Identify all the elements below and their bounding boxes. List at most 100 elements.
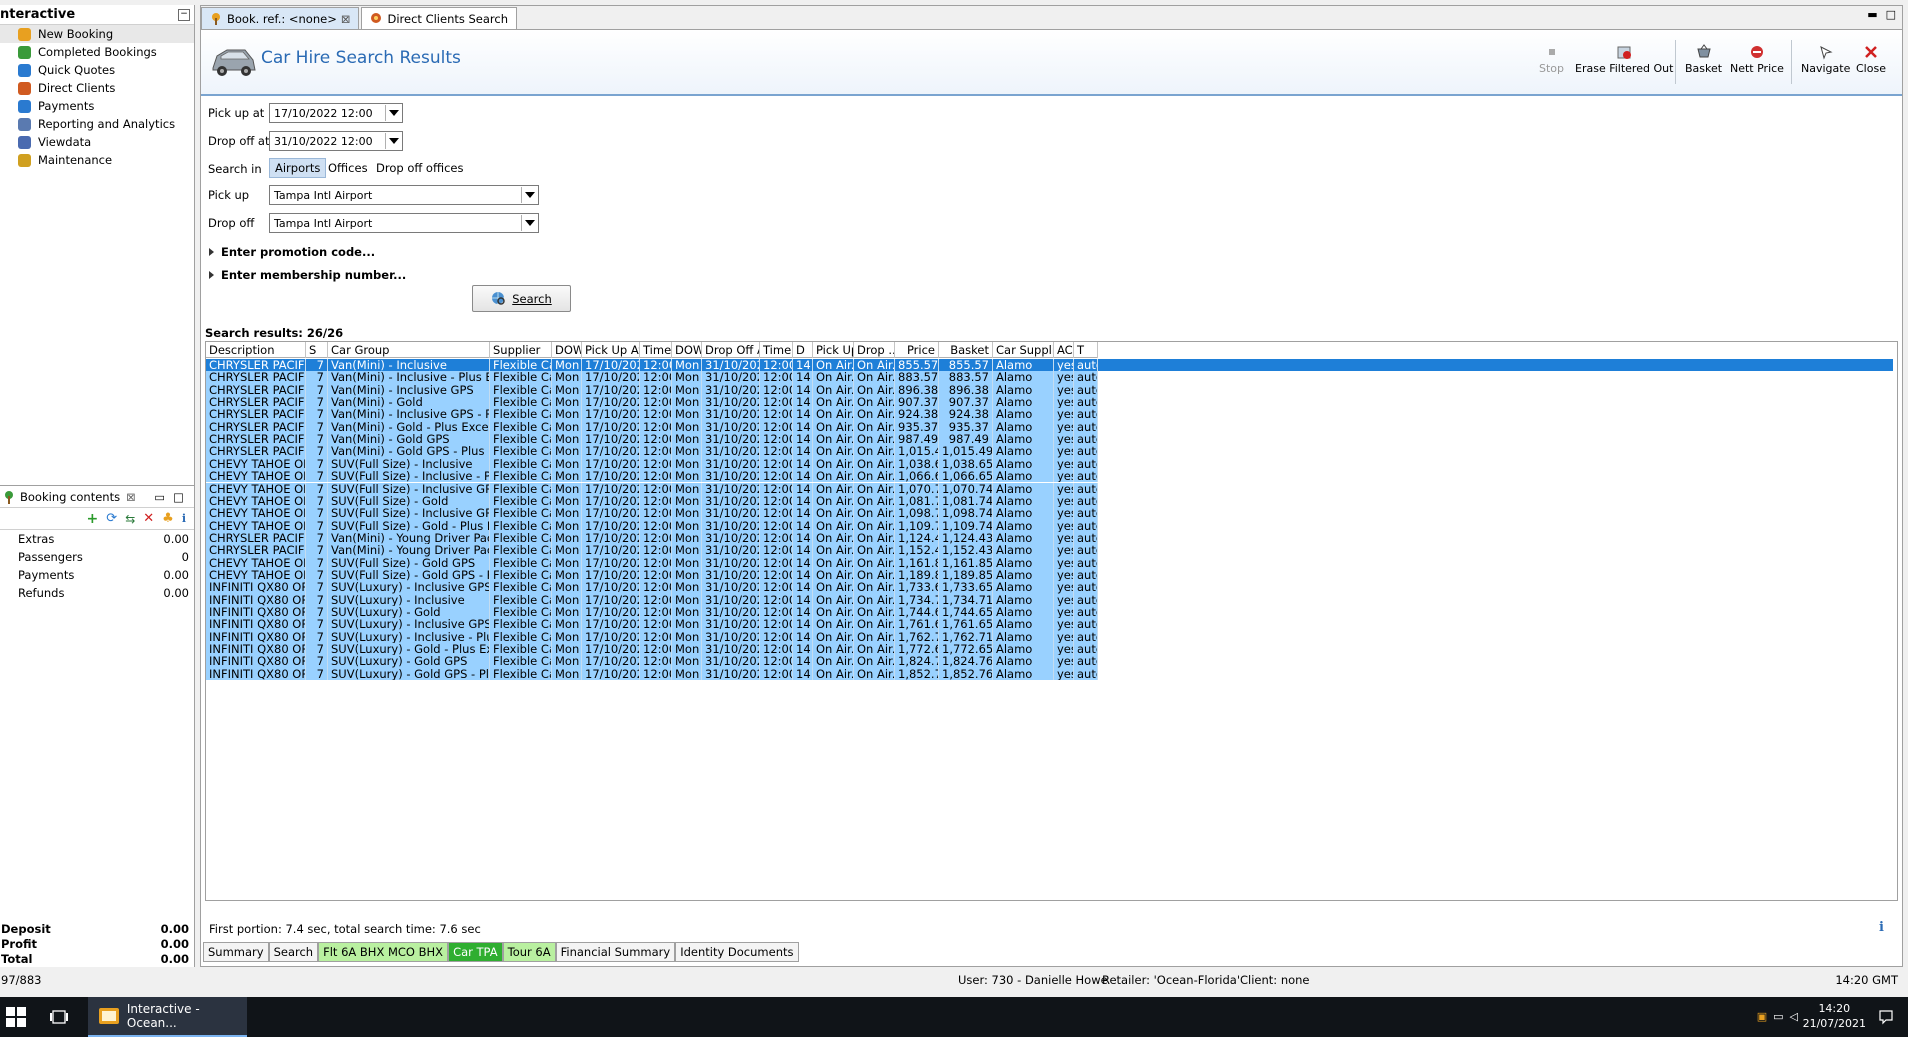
search-button[interactable]: Search xyxy=(472,285,571,312)
minimize-icon[interactable]: − xyxy=(178,8,190,21)
table-row[interactable]: CHEVY TAHOE OR ...7SUV(Full Size) - Gold… xyxy=(206,556,1098,569)
search-in-airports[interactable]: Airports xyxy=(269,158,327,178)
taskbar-app-interactive[interactable]: Interactive - Ocean... xyxy=(88,997,247,1037)
nett-price-button[interactable]: Nett Price xyxy=(1730,44,1784,75)
table-row[interactable]: CHEVY TAHOE OR ...7SUV(Full Size) - Incl… xyxy=(206,482,1098,495)
table-row[interactable]: CHEVY TAHOE OR ...7SUV(Full Size) - Incl… xyxy=(206,457,1098,471)
promotion-code-expander[interactable]: Enter promotion code... xyxy=(209,245,375,259)
nav-item[interactable]: Maintenance xyxy=(0,151,194,169)
column-header[interactable]: Basket xyxy=(939,342,993,358)
bottom-tab[interactable]: Tour 6A xyxy=(502,943,556,962)
column-header[interactable]: DOW xyxy=(672,342,702,358)
membership-number-expander[interactable]: Enter membership number... xyxy=(209,268,406,282)
transfer-icon[interactable]: ⇆ xyxy=(125,512,135,526)
table-row[interactable]: INFINITI QX80 OR SI...7SUV(Luxury) - Gol… xyxy=(206,667,1098,681)
minimize-icon[interactable]: ▭ xyxy=(154,490,165,504)
tab-booking-ref[interactable]: Book. ref.: <none> ⊠ xyxy=(201,7,360,29)
close-icon[interactable]: ⊠ xyxy=(341,12,351,26)
close-button[interactable]: Close xyxy=(1856,44,1886,75)
table-row[interactable]: CHRYSLER PACIFIC...7Van(Mini) - Inclusiv… xyxy=(206,383,1098,397)
column-header[interactable]: Pick Up xyxy=(813,342,854,358)
info-icon[interactable]: i xyxy=(182,512,186,525)
search-in-dropoff-offices[interactable]: Drop off offices xyxy=(371,158,468,178)
dropoff-location-select[interactable]: Tampa Intl Airport xyxy=(269,213,539,233)
stop-button[interactable]: Stop xyxy=(1539,44,1564,75)
minimize-icon[interactable]: ▬ xyxy=(1867,8,1877,21)
column-header[interactable]: Price xyxy=(895,342,939,358)
table-row[interactable]: INFINITI QX80 OR SI...7SUV(Luxury) - Gol… xyxy=(206,655,1098,668)
column-header[interactable]: Time xyxy=(760,342,793,358)
close-icon[interactable]: ⊠ xyxy=(126,490,136,504)
booking-contents-row[interactable]: Passengers 0 xyxy=(0,548,194,566)
volume-icon[interactable]: ◁ xyxy=(1790,1010,1798,1023)
taskbar-clock[interactable]: 14:20 21/07/2021 xyxy=(1803,1001,1866,1031)
bottom-tab[interactable]: Car TPA xyxy=(448,943,503,962)
table-row[interactable]: INFINITI QX80 OR SI...7SUV(Luxury) - Inc… xyxy=(206,618,1098,631)
chevron-down-icon[interactable] xyxy=(385,105,401,121)
column-header[interactable]: Pick Up At xyxy=(582,342,640,358)
network-icon[interactable]: ▭ xyxy=(1773,1010,1783,1023)
tray-app-icon[interactable]: ▣ xyxy=(1757,1010,1767,1023)
table-row[interactable]: CHRYSLER PACIFIC...7Van(Mini) - Inclusiv… xyxy=(206,359,1893,372)
table-row[interactable]: INFINITI QX80 OR SI...7SUV(Luxury) - Gol… xyxy=(206,643,1098,656)
nav-item[interactable]: Viewdata xyxy=(0,133,194,151)
dropoff-at-field[interactable]: 31/10/2022 12:00 xyxy=(269,131,403,151)
windows-start-icon[interactable] xyxy=(6,1007,26,1027)
notifications-icon[interactable] xyxy=(1878,1009,1894,1025)
column-header[interactable]: Time xyxy=(640,342,672,358)
column-header[interactable]: T xyxy=(1074,342,1098,358)
table-row[interactable]: CHRYSLER PACIFIC...7Van(Mini) - Inclusiv… xyxy=(206,408,1098,421)
column-header[interactable]: Car Group xyxy=(328,342,490,358)
palm-tree-icon[interactable]: ♣ xyxy=(162,511,174,526)
nav-item[interactable]: Direct Clients xyxy=(0,79,194,97)
column-header[interactable]: Description xyxy=(206,342,306,358)
chevron-down-icon[interactable] xyxy=(385,133,401,149)
nav-item[interactable]: New Booking xyxy=(0,25,194,43)
table-row[interactable]: CHRYSLER PACIFIC...7Van(Mini) - Gold - P… xyxy=(206,420,1098,434)
bottom-tab[interactable]: Search xyxy=(268,943,319,962)
table-row[interactable]: CHEVY TAHOE OR ...7SUV(Full Size) - Incl… xyxy=(206,470,1098,483)
table-row[interactable]: CHRYSLER PACIFIC...7Van(Mini) - Young Dr… xyxy=(206,531,1098,545)
column-header[interactable]: Drop ... xyxy=(854,342,895,358)
table-row[interactable]: CHEVY TAHOE OR ...7SUV(Full Size) - Incl… xyxy=(206,507,1098,520)
nav-item[interactable]: Quick Quotes xyxy=(0,61,194,79)
table-row[interactable]: INFINITI QX80 OR SI...7SUV(Luxury) - Inc… xyxy=(206,581,1098,594)
erase-filtered-out-button[interactable]: Erase Filtered Out xyxy=(1575,44,1673,75)
table-row[interactable]: CHRYSLER PACIFIC...7Van(Mini) - Inclusiv… xyxy=(206,371,1098,384)
maximize-icon[interactable]: □ xyxy=(1886,8,1896,21)
bottom-tab[interactable]: Financial Summary xyxy=(555,943,676,962)
table-row[interactable]: CHEVY TAHOE OR ...7SUV(Full Size) - Gold… xyxy=(206,519,1098,532)
table-row[interactable]: INFINITI QX80 OR SI...7SUV(Luxury) - Gol… xyxy=(206,606,1098,619)
column-header[interactable]: Car Supplier xyxy=(993,342,1054,358)
booking-contents-row[interactable]: Refunds 0.00 xyxy=(0,584,194,602)
add-icon[interactable]: + xyxy=(87,511,99,527)
booking-contents-row[interactable]: Payments 0.00 xyxy=(0,566,194,584)
table-row[interactable]: CHRYSLER PACIFIC...7Van(Mini) - Gold GPS… xyxy=(206,445,1098,458)
chevron-down-icon[interactable] xyxy=(521,187,537,203)
table-row[interactable]: INFINITI QX80 OR SI...7SUV(Luxury) - Inc… xyxy=(206,593,1098,606)
task-view-icon[interactable] xyxy=(50,1009,68,1025)
maximize-icon[interactable]: □ xyxy=(173,490,184,504)
bottom-tab[interactable]: Summary xyxy=(203,943,269,962)
basket-button[interactable]: Basket xyxy=(1685,44,1722,75)
table-row[interactable]: CHEVY TAHOE OR ...7SUV(Full Size) - Gold… xyxy=(206,494,1098,508)
pickup-at-field[interactable]: 17/10/2022 12:00 xyxy=(269,103,403,123)
column-header[interactable]: Supplier xyxy=(490,342,552,358)
refresh-icon[interactable]: ⟳ xyxy=(106,511,117,526)
navigate-button[interactable]: Navigate xyxy=(1801,44,1850,75)
column-header[interactable]: S xyxy=(306,342,328,358)
table-row[interactable]: CHRYSLER PACIFIC...7Van(Mini) - Gold GPS… xyxy=(206,433,1098,446)
chevron-down-icon[interactable] xyxy=(521,215,537,231)
bottom-tab[interactable]: Identity Documents xyxy=(675,943,799,962)
nav-item[interactable]: Reporting and Analytics xyxy=(0,115,194,133)
table-row[interactable]: CHRYSLER PACIFIC...7Van(Mini) - Young Dr… xyxy=(206,544,1098,557)
booking-contents-tab[interactable]: Booking contents ⊠ ▭ □ xyxy=(0,486,194,508)
info-icon[interactable]: i xyxy=(1879,920,1884,935)
table-row[interactable]: CHRYSLER PACIFIC...7Van(Mini) - GoldFlex… xyxy=(206,396,1098,409)
column-header[interactable]: DOW xyxy=(552,342,582,358)
column-header[interactable]: Drop Off At xyxy=(702,342,760,358)
delete-icon[interactable]: ✕ xyxy=(143,511,154,526)
column-header[interactable]: D xyxy=(793,342,813,358)
nav-item[interactable]: Completed Bookings xyxy=(0,43,194,61)
nav-item[interactable]: Payments xyxy=(0,97,194,115)
